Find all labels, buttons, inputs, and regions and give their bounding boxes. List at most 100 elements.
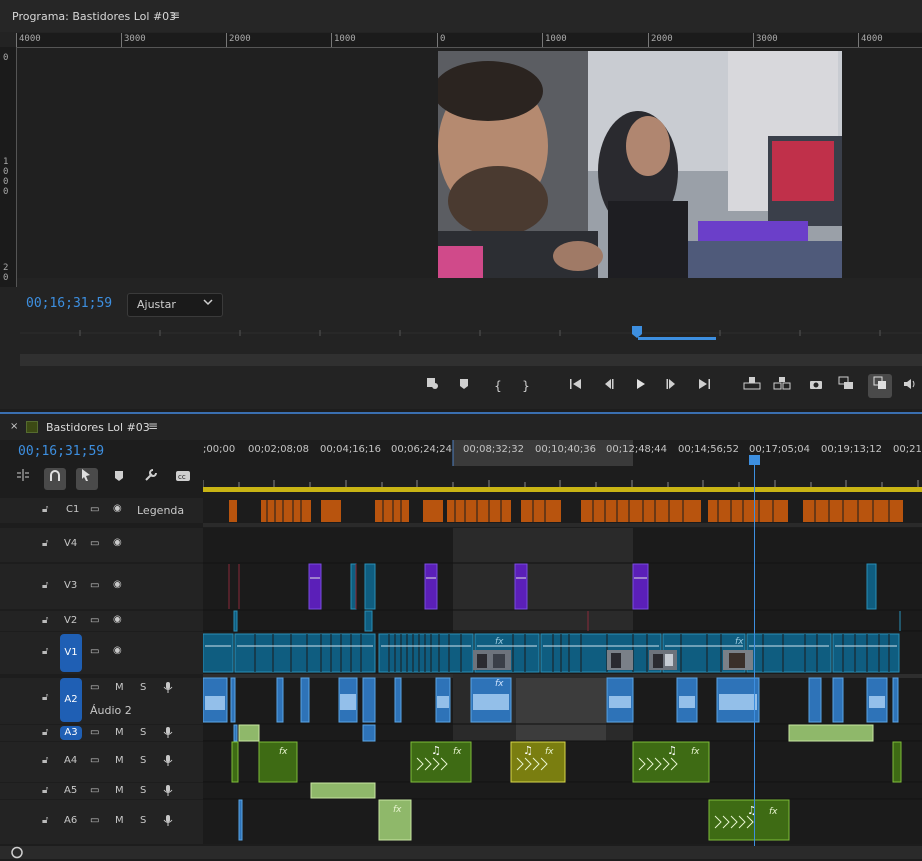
lock-icon[interactable]: 🔓︎	[42, 727, 48, 738]
track-header-a2[interactable]: 🔓︎ A2 ▭ M S Áudio 2	[0, 678, 203, 724]
time-ruler-label: 00;10;40;36	[535, 444, 597, 455]
lock-icon[interactable]: 🔓︎	[42, 646, 48, 657]
program-timecode[interactable]: 00;16;31;59	[26, 296, 112, 311]
output-icon[interactable]: ▭	[90, 755, 99, 766]
timeline-horizontal-scrollbar[interactable]	[0, 846, 922, 859]
track-header-a3[interactable]: 🔓︎ A3 ▭ M S	[0, 725, 203, 741]
eye-icon[interactable]: ◉	[113, 537, 122, 548]
extract-icon[interactable]	[770, 374, 794, 398]
step-forward-icon[interactable]	[660, 374, 684, 398]
solo-button[interactable]: S	[140, 727, 146, 738]
output-icon[interactable]: ▭	[90, 815, 99, 826]
marker-icon[interactable]	[420, 374, 444, 398]
transport-controls: { }	[420, 374, 922, 400]
output-icon[interactable]: ▭	[90, 727, 99, 738]
playhead-line[interactable]	[754, 455, 755, 855]
solo-button[interactable]: S	[140, 785, 146, 796]
program-scrollbar[interactable]	[20, 354, 922, 366]
go-to-out-icon[interactable]	[692, 374, 716, 398]
microphone-icon[interactable]	[163, 754, 173, 770]
lock-icon[interactable]: 🔓︎	[42, 692, 48, 703]
mute-button[interactable]: M	[115, 815, 124, 826]
mute-button[interactable]: M	[115, 727, 124, 738]
eye-icon[interactable]: ◉	[113, 614, 122, 625]
output-icon[interactable]: ▭	[90, 682, 99, 693]
track-name: V3	[64, 580, 78, 591]
lock-icon[interactable]: 🔓︎	[42, 538, 48, 549]
program-title: Programa: Bastidores Lol #03	[12, 10, 177, 23]
eye-icon[interactable]: ◉	[113, 579, 122, 590]
program-mini-timeline[interactable]	[20, 326, 922, 340]
track-name: V4	[64, 538, 78, 549]
lock-icon[interactable]: 🔓︎	[42, 755, 48, 766]
mute-button[interactable]: M	[115, 755, 124, 766]
toggle-proxies-icon[interactable]	[868, 374, 892, 398]
timeline-timecode[interactable]: 00;16;31;59	[18, 444, 104, 459]
out-point-icon[interactable]: }	[514, 374, 538, 398]
track-name[interactable]: A2	[60, 678, 82, 722]
linked-selection-icon[interactable]	[76, 468, 98, 490]
add-marker-icon[interactable]	[108, 468, 130, 490]
lock-icon[interactable]: 🔓︎	[42, 580, 48, 591]
snap-icon[interactable]	[44, 468, 66, 490]
step-back-icon[interactable]	[596, 374, 620, 398]
playhead-handle[interactable]	[749, 455, 760, 465]
microphone-icon[interactable]	[163, 681, 173, 697]
microphone-icon[interactable]	[163, 784, 173, 800]
output-icon[interactable]: ▭	[90, 646, 99, 657]
timeline-tab[interactable]: × Bastidores Lol #03 ≡	[0, 414, 922, 440]
zoom-fit-dropdown[interactable]: Ajustar	[127, 293, 223, 317]
comparison-view-icon[interactable]	[834, 374, 858, 398]
svg-text:♫: ♫	[747, 804, 757, 817]
time-ruler[interactable]: ;00;00 00;02;08;08 00;04;16;16 00;06;24;…	[203, 440, 922, 498]
lock-icon[interactable]: 🔓︎	[42, 815, 48, 826]
svg-text:fx: fx	[495, 637, 504, 647]
track-name[interactable]: A3	[60, 726, 82, 740]
close-icon[interactable]: ×	[10, 421, 18, 432]
track-header-v1[interactable]: 🔓︎ V1 ▭ ◉	[0, 632, 203, 674]
lock-icon[interactable]: 🔓︎	[42, 504, 48, 515]
captions-icon[interactable]: cc	[172, 468, 194, 490]
add-marker-icon[interactable]	[452, 374, 476, 398]
lift-icon[interactable]	[740, 374, 764, 398]
panel-menu-icon[interactable]: ≡	[148, 419, 158, 433]
solo-button[interactable]: S	[140, 682, 146, 693]
timeline-clip-area[interactable]: fx fx fx fx ♫ fx ♫ fx ♫ fx fx ♫ fx	[203, 498, 922, 846]
track-name[interactable]: V1	[60, 634, 82, 672]
mute-button[interactable]: M	[115, 785, 124, 796]
panel-menu-icon[interactable]: ≡	[170, 8, 180, 22]
track-header-v4[interactable]: 🔓︎ V4 ▭ ◉	[0, 528, 203, 562]
track-header-v3[interactable]: 🔓︎ V3 ▭ ◉	[0, 564, 203, 609]
microphone-icon[interactable]	[163, 814, 173, 830]
mute-button[interactable]: M	[115, 682, 124, 693]
nest-icon[interactable]	[12, 468, 34, 490]
output-icon[interactable]: ▭	[90, 504, 99, 515]
solo-button[interactable]: S	[140, 755, 146, 766]
track-header-v2[interactable]: 🔓︎ V2 ▭ ◉	[0, 611, 203, 631]
program-header: Programa: Bastidores Lol #03 ≡	[0, 0, 922, 32]
track-name: A5	[64, 785, 78, 796]
track-header-c1[interactable]: 🔓︎ C1 ▭ ◉ Legenda	[0, 498, 203, 523]
export-frame-icon[interactable]	[804, 374, 828, 398]
track-header-a5[interactable]: 🔓︎ A5 ▭ M S	[0, 783, 203, 799]
track-header-a6[interactable]: 🔓︎ A6 ▭ M S	[0, 800, 203, 844]
lock-icon[interactable]: 🔓︎	[42, 615, 48, 626]
lock-icon[interactable]: 🔓︎	[42, 785, 48, 796]
go-to-in-icon[interactable]	[564, 374, 588, 398]
eye-icon[interactable]: ◉	[113, 503, 122, 514]
eye-icon[interactable]: ◉	[113, 645, 122, 656]
time-ruler-label: 00;08;32;32	[463, 444, 525, 455]
output-icon[interactable]: ▭	[90, 580, 99, 591]
wrench-icon[interactable]	[140, 468, 162, 490]
in-point-icon[interactable]: {	[486, 374, 510, 398]
output-icon[interactable]: ▭	[90, 538, 99, 549]
track-header-a4[interactable]: 🔓︎ A4 ▭ M S	[0, 742, 203, 782]
output-icon[interactable]: ▭	[90, 785, 99, 796]
volume-icon[interactable]	[898, 374, 922, 398]
microphone-icon[interactable]	[163, 726, 173, 742]
play-icon[interactable]	[628, 374, 652, 398]
solo-button[interactable]: S	[140, 815, 146, 826]
output-icon[interactable]: ▭	[90, 615, 99, 626]
track-name: C1	[66, 504, 80, 515]
vruler-label: 0	[3, 53, 9, 63]
